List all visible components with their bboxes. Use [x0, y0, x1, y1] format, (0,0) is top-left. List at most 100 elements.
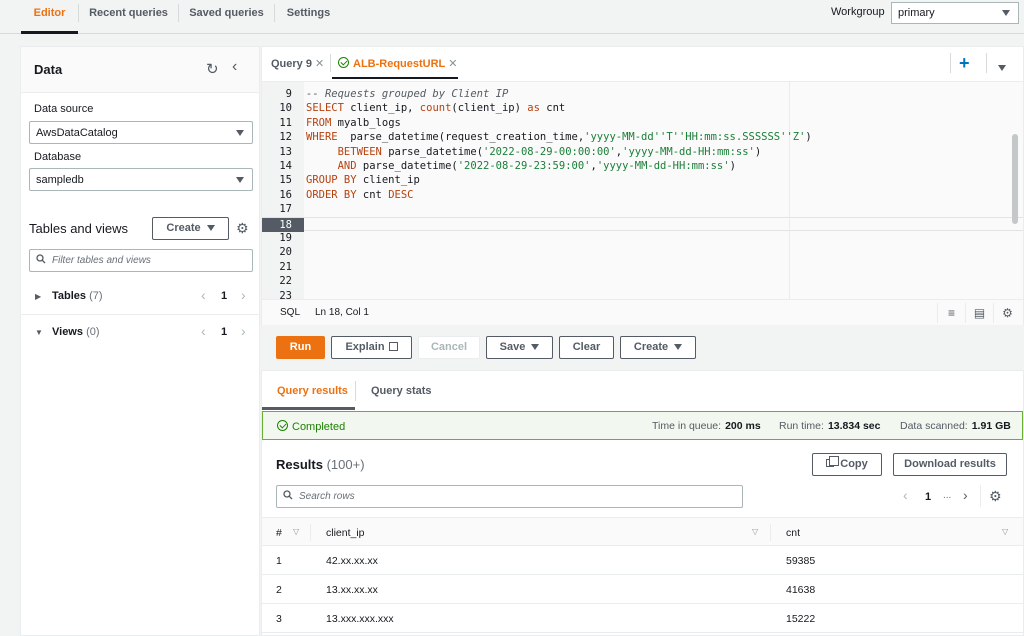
- code-line[interactable]: 11 FROM myalb_logs: [262, 116, 1023, 130]
- code-text: BETWEEN parse_datetime('2022-08-29-00:00…: [337, 145, 762, 158]
- run-button[interactable]: Run: [276, 336, 325, 359]
- prev-page-icon[interactable]: ‹: [201, 287, 206, 303]
- clear-button[interactable]: Clear: [559, 336, 614, 359]
- search-icon: [283, 490, 293, 500]
- line-number: 15: [279, 174, 292, 187]
- close-icon[interactable]: ✕: [315, 58, 324, 70]
- line-number: 13: [279, 145, 292, 158]
- database-select[interactable]: sampledb: [29, 168, 253, 191]
- next-page-icon[interactable]: ›: [241, 323, 246, 339]
- explain-label: Explain: [345, 341, 385, 353]
- table-row: 2 13.xx.xx.xx 41638: [262, 575, 1023, 604]
- line-number: 19: [279, 232, 292, 244]
- active-tab-indicator: [262, 407, 355, 410]
- create-label: Create: [633, 341, 669, 353]
- add-query-tab-button[interactable]: +: [959, 53, 970, 74]
- line-number: 23: [279, 289, 292, 299]
- cell-cnt: 15222: [786, 613, 816, 625]
- filter-tables-input[interactable]: Filter tables and views: [29, 249, 253, 272]
- query-tab-alb-requesturl[interactable]: ALB-RequestURL ✕: [338, 57, 458, 70]
- stat-value: 200 ms: [725, 420, 761, 432]
- active-tab-indicator: [21, 31, 78, 34]
- close-icon[interactable]: ✕: [448, 58, 457, 70]
- format-query-icon[interactable]: ≡: [937, 303, 965, 323]
- code-line[interactable]: 19: [262, 231, 1023, 245]
- code-line[interactable]: 14 AND parse_datetime('2022-08-29-23:59:…: [262, 159, 1023, 173]
- editor-scrollbar[interactable]: [1012, 134, 1018, 224]
- code-line[interactable]: 23: [262, 289, 1023, 299]
- tree-item-views[interactable]: ▼ Views (0) ‹ 1 ›: [21, 315, 259, 351]
- data-panel-header: Data ↻ ‹: [21, 47, 259, 93]
- code-line[interactable]: 22: [262, 274, 1023, 288]
- code-line[interactable]: 16 ORDER BY cnt DESC: [262, 188, 1023, 202]
- data-panel-title: Data: [34, 62, 63, 77]
- gear-icon[interactable]: ⚙: [236, 220, 249, 237]
- column-header-client-ip[interactable]: client_ip: [326, 527, 365, 539]
- code-text: FROM myalb_logs: [306, 116, 401, 129]
- tab-editor[interactable]: Editor: [21, 0, 78, 32]
- line-number: 12: [279, 131, 292, 144]
- next-page-icon[interactable]: ›: [963, 487, 968, 503]
- code-line[interactable]: 9 -- Requests grouped by Client IP: [262, 87, 1023, 101]
- column-header-num[interactable]: #: [276, 527, 282, 539]
- table-row: 3 13.xxx.xxx.xxx 15222: [262, 604, 1023, 633]
- sql-code-editor[interactable]: 9 -- Requests grouped by Client IP 10 SELEC…: [262, 81, 1023, 299]
- page-number[interactable]: 1: [925, 491, 931, 503]
- tab-settings[interactable]: Settings: [275, 0, 342, 32]
- column-divider[interactable]: [310, 524, 311, 541]
- column-divider[interactable]: [770, 524, 771, 541]
- code-line[interactable]: 17: [262, 202, 1023, 216]
- data-source-value: AwsDataCatalog: [36, 127, 118, 139]
- time-in-queue: Time in queue: 200 ms: [652, 420, 761, 432]
- caret-down-icon: [1002, 10, 1010, 16]
- query-tab-label: Query 9: [271, 58, 312, 70]
- explain-button[interactable]: Explain: [331, 336, 412, 359]
- views-count: (0): [86, 326, 100, 338]
- collapse-panel-icon[interactable]: ‹: [232, 58, 237, 76]
- refresh-icon[interactable]: ↻: [206, 60, 219, 78]
- workgroup-value: primary: [898, 7, 935, 19]
- prev-page-icon[interactable]: ‹: [201, 323, 206, 339]
- code-line[interactable]: 21: [262, 260, 1023, 274]
- search-placeholder: Search rows: [299, 491, 355, 502]
- code-text: WHERE parse_datetime(request_creation_ti…: [306, 131, 812, 144]
- code-line[interactable]: 10 SELECT client_ip, count(client_ip) as …: [262, 101, 1023, 115]
- code-line[interactable]: 20: [262, 245, 1023, 259]
- code-line[interactable]: 18: [262, 216, 1023, 232]
- tab-menu-button[interactable]: [998, 60, 1006, 74]
- save-button[interactable]: Save: [486, 336, 553, 359]
- create-button[interactable]: Create: [620, 336, 696, 359]
- expand-icon[interactable]: ▶: [35, 292, 41, 301]
- copy-button[interactable]: Copy: [812, 453, 882, 476]
- tab-saved-queries[interactable]: Saved queries: [179, 0, 274, 32]
- next-page-icon[interactable]: ›: [241, 287, 246, 303]
- page-ellipsis: ...: [943, 490, 952, 501]
- workgroup-select[interactable]: primary: [891, 2, 1019, 24]
- line-number: 18: [262, 217, 304, 232]
- column-header-cnt[interactable]: cnt: [786, 527, 800, 539]
- prev-page-icon[interactable]: ‹: [903, 487, 908, 503]
- editor-settings-gear-icon[interactable]: ⚙: [993, 303, 1021, 323]
- sort-icon[interactable]: ▽: [293, 527, 299, 536]
- code-line[interactable]: 12 WHERE parse_datetime(request_creation_…: [262, 130, 1023, 144]
- line-number: 10: [279, 102, 292, 115]
- sort-icon[interactable]: ▽: [1002, 527, 1008, 536]
- search-rows-input[interactable]: Search rows: [276, 485, 743, 508]
- shortcuts-panel-icon[interactable]: ▤: [965, 303, 993, 323]
- tab-query-results[interactable]: Query results: [277, 385, 348, 397]
- line-number: 22: [279, 275, 292, 288]
- tab-query-stats[interactable]: Query stats: [371, 385, 432, 397]
- collapse-icon[interactable]: ▼: [35, 328, 43, 337]
- tab-recent-queries[interactable]: Recent queries: [79, 0, 178, 32]
- code-line[interactable]: 15 GROUP BY client_ip: [262, 173, 1023, 187]
- query-tab-query9[interactable]: Query 9 ✕: [271, 57, 324, 70]
- copy-icon: [826, 456, 840, 467]
- code-line[interactable]: 13 BETWEEN parse_datetime('2022-08-29-00…: [262, 145, 1023, 159]
- table-preferences-gear-icon[interactable]: ⚙: [989, 488, 1002, 505]
- data-source-select[interactable]: AwsDataCatalog: [29, 121, 253, 144]
- tree-item-tables[interactable]: ▶ Tables (7) ‹ 1 ›: [21, 279, 259, 315]
- sort-icon[interactable]: ▽: [752, 527, 758, 536]
- create-table-button[interactable]: Create: [152, 217, 229, 240]
- cancel-button[interactable]: Cancel: [418, 336, 480, 359]
- download-results-button[interactable]: Download results: [893, 453, 1007, 476]
